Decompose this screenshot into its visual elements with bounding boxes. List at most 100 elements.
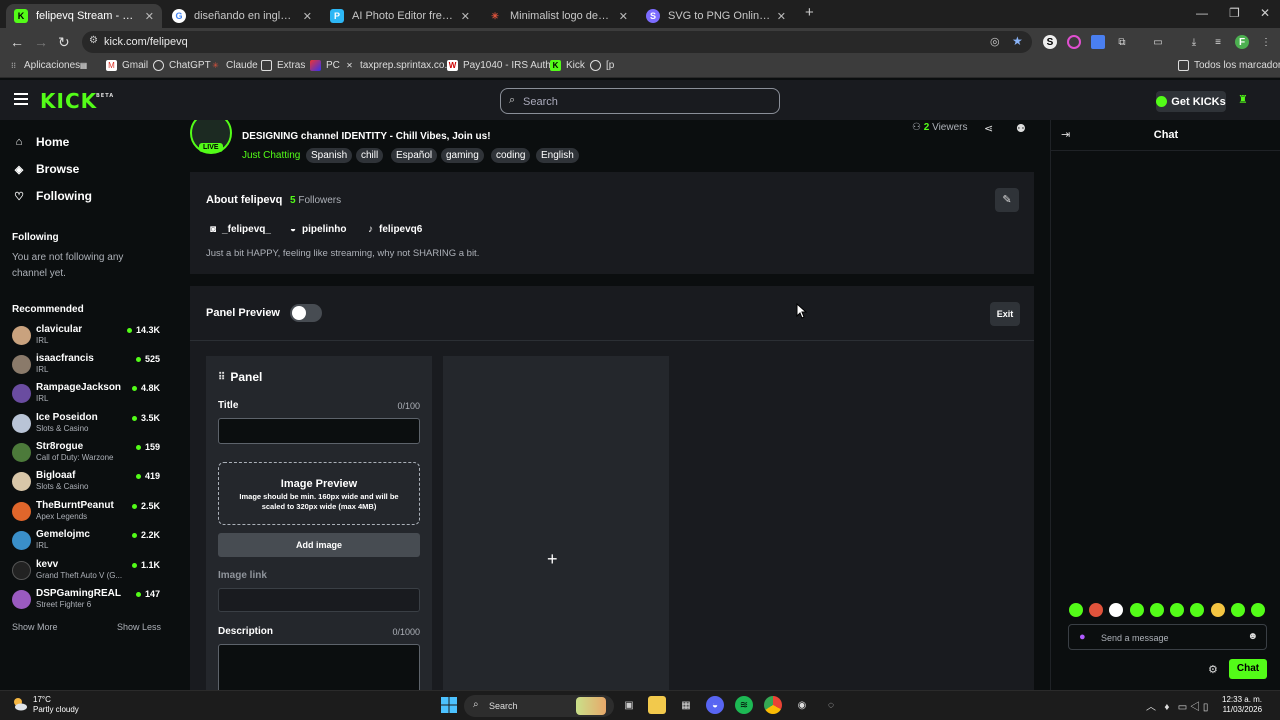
recommended-channel[interactable]: isaacfrancis IRL 525 [12, 351, 160, 379]
battery-icon[interactable]: ▯ [1203, 702, 1209, 713]
volume-icon[interactable]: ◁ [1190, 702, 1200, 713]
social-link-tiktok[interactable]: ♪ felipevq6 [368, 224, 422, 235]
rewards-icon[interactable]: ♜ [1238, 93, 1248, 106]
show-more-link[interactable]: Show More [12, 622, 58, 632]
close-window-button[interactable]: ✕ [1260, 6, 1270, 20]
bookmark-kick[interactable]: K Kick [550, 60, 585, 71]
browser-tab[interactable]: K felipevq Stream - Watch Live on ✕ [6, 4, 162, 28]
edit-about-button[interactable]: ✎ [995, 188, 1019, 212]
browser-tab[interactable]: G diseñando en ingles - Buscar co ✕ [164, 4, 320, 28]
bookmark-pc[interactable]: PC [310, 60, 340, 71]
cast-icon[interactable]: ▭ [1151, 35, 1165, 49]
file-explorer-icon[interactable] [648, 696, 666, 714]
url-field[interactable]: ⚙ kick.com/felipevq ◎ ★ [82, 31, 1032, 53]
bookmark-claude[interactable]: ✳ Claude [210, 60, 258, 71]
panel-preview-toggle[interactable] [290, 304, 322, 322]
color-extension-icon[interactable] [1067, 35, 1081, 49]
emote-icon[interactable] [1251, 603, 1265, 617]
emote-icon[interactable] [1231, 603, 1245, 617]
store-icon[interactable]: ▦ [677, 696, 695, 714]
task-view-icon[interactable]: ▣ [620, 696, 638, 714]
emote-icon[interactable] [1211, 603, 1225, 617]
sidebar-item-home[interactable]: ⌂ Home [12, 135, 70, 149]
windows-start-icon[interactable] [440, 696, 458, 714]
recommended-channel[interactable]: Ice Poseidon Slots & Casino 3.5K [12, 410, 160, 438]
download-icon[interactable]: ⤓ [1187, 35, 1201, 49]
get-kicks-button[interactable]: Get KICKs [1156, 91, 1226, 112]
microphone-icon[interactable]: ♦ [1164, 702, 1169, 713]
media-control-icon[interactable]: ≡ [1211, 35, 1225, 49]
recommended-channel[interactable]: TheBurntPeanut Apex Legends 2.5K [12, 498, 160, 526]
social-link-instagram[interactable]: ◙ _felipevq_ [210, 224, 271, 235]
stream-category-link[interactable]: Just Chatting [242, 150, 300, 161]
puzzle-icon[interactable]: ⧉ [1115, 35, 1129, 49]
user-settings-icon[interactable]: ⚉ [1016, 122, 1026, 135]
bookmark-sprintax[interactable]: ✕ taxprep.sprintax.co... [344, 60, 453, 71]
chevron-up-icon[interactable]: ︿ [1146, 702, 1156, 713]
browser-tab[interactable]: S SVG to PNG Online Converter f ✕ [638, 4, 794, 28]
weather-widget[interactable]: 17°C Partly cloudy [33, 695, 79, 715]
recommended-channel[interactable]: Bigloaaf Slots & Casino 419 [12, 468, 160, 496]
chat-message-input[interactable]: ● Send a message ☻ [1068, 624, 1267, 650]
kick-logo[interactable]: KICK BETA [40, 89, 113, 113]
menu-kebab-icon[interactable]: ⋮ [1259, 35, 1273, 49]
stream-tag[interactable]: gaming [441, 148, 484, 163]
back-icon[interactable]: ← [10, 34, 24, 50]
chat-settings-icon[interactable]: ⚙ [1208, 663, 1218, 676]
add-image-button[interactable]: Add image [218, 533, 420, 557]
recommended-channel[interactable]: Gemelojmc IRL 2.2K [12, 527, 160, 555]
bookmark-grid[interactable]: ▦ [78, 60, 94, 71]
emote-icon[interactable] [1089, 603, 1103, 617]
recommended-channel[interactable]: kevv Grand Theft Auto V (G... 1.1K [12, 557, 160, 585]
bookmark-p[interactable]: [p [590, 60, 614, 71]
drag-handle-icon[interactable]: ⠿ [218, 372, 225, 383]
forward-icon[interactable]: → [34, 34, 48, 50]
bookmark-star-icon[interactable]: ★ [1012, 34, 1023, 48]
bookmark-pay1040[interactable]: W Pay1040 - IRS Auth... [447, 60, 559, 71]
emote-icon[interactable] [1130, 603, 1144, 617]
minimize-button[interactable]: — [1196, 6, 1208, 20]
close-tab-icon[interactable]: ✕ [461, 10, 470, 23]
stream-tag[interactable]: Spanish [306, 148, 353, 163]
recommended-channel[interactable]: clavicular IRL 14.3K [12, 322, 160, 350]
browser-tab[interactable]: ✳ Minimalist logo design for felip ✕ [480, 4, 636, 28]
close-tab-icon[interactable]: ✕ [619, 10, 628, 23]
add-panel-button[interactable]: + [443, 356, 669, 690]
sidebar-item-following[interactable]: ♡ Following [12, 189, 92, 203]
app-icon[interactable]: ◌ [822, 696, 840, 714]
search-input[interactable]: ⌕ Search [500, 88, 780, 114]
close-tab-icon[interactable]: ✕ [303, 10, 312, 23]
extension-icon[interactable]: S [1043, 35, 1057, 49]
spotify-icon[interactable]: ≋ [735, 696, 753, 714]
discord-icon[interactable]: ◒ [706, 696, 724, 714]
close-tab-icon[interactable]: ✕ [145, 10, 154, 23]
microphone-icon[interactable]: ● [1079, 631, 1086, 643]
clock[interactable]: 12:33 a. m. 11/03/2026 [1222, 695, 1262, 715]
app-icon[interactable]: ◉ [793, 696, 811, 714]
bookmark-folder-extras[interactable]: Extras [261, 60, 305, 71]
new-tab-button[interactable]: + [805, 4, 814, 21]
recommended-channel[interactable]: DSPGamingREAL Street Fighter 6 147 [12, 586, 160, 614]
profile-avatar[interactable]: F [1235, 35, 1249, 49]
browser-tab[interactable]: P AI Photo Editor free : Pixlr Expre ✕ [322, 4, 478, 28]
hamburger-menu-icon[interactable] [14, 93, 28, 105]
eye-off-icon[interactable]: ◎ [990, 35, 1000, 48]
recommended-channel[interactable]: RampageJackson IRL 4.8K [12, 380, 160, 408]
restore-button[interactable]: ❐ [1229, 6, 1240, 20]
stream-tag[interactable]: chill [356, 148, 384, 163]
taskbar-search[interactable]: ⌕ Search [464, 695, 614, 717]
emote-icon[interactable] [1150, 603, 1164, 617]
emote-icon[interactable] [1170, 603, 1184, 617]
stream-tag[interactable]: Español [391, 148, 438, 163]
system-tray[interactable]: ︿ ♦ ▭ ◁ ▯ [1146, 698, 1208, 713]
emote-icon[interactable] [1190, 603, 1204, 617]
social-link-discord[interactable]: ◒ pipelinho [290, 224, 347, 235]
chat-send-button[interactable]: Chat [1229, 659, 1267, 679]
bookmark-apps[interactable]: ⁝⁝ Aplicaciones [8, 60, 80, 71]
chrome-icon[interactable] [764, 696, 782, 714]
bookmark-gmail[interactable]: M Gmail [106, 60, 148, 71]
image-link-input[interactable] [218, 588, 420, 612]
exit-button[interactable]: Exit [990, 302, 1020, 326]
image-preview-dropzone[interactable]: Image Preview Image should be min. 160px… [218, 462, 420, 525]
network-icon[interactable]: ▭ [1178, 702, 1187, 713]
